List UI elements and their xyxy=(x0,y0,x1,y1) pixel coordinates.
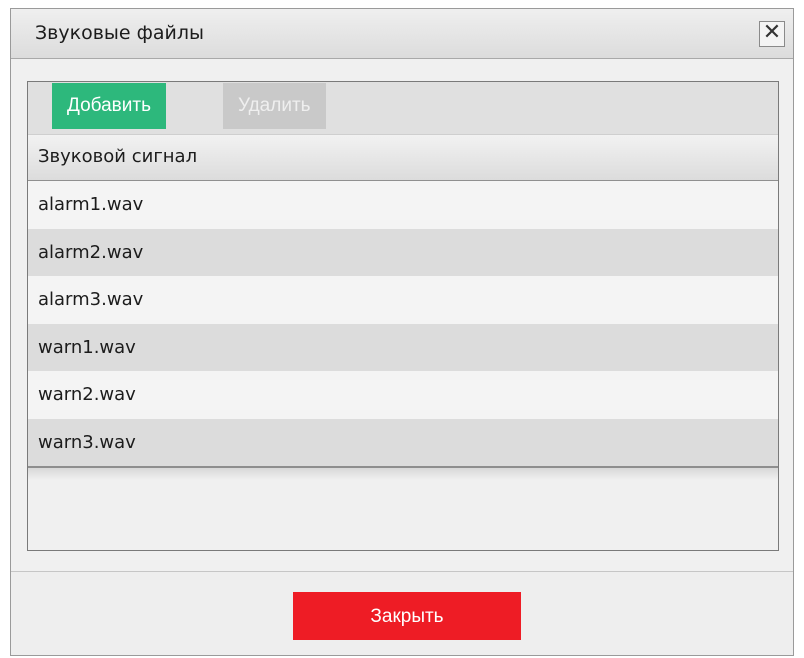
sound-files-dialog: Звуковые файлы ✕ Добавить Удалить Звуков… xyxy=(10,8,794,656)
table-row[interactable]: warn2.wav xyxy=(28,371,778,419)
sound-list: alarm1.wav alarm2.wav alarm3.wav warn1.w… xyxy=(28,181,778,468)
add-button[interactable]: Добавить xyxy=(52,83,166,129)
toolbar: Добавить Удалить xyxy=(28,82,778,134)
table-row[interactable]: warn1.wav xyxy=(28,323,778,371)
table-row[interactable]: warn3.wav xyxy=(28,418,778,466)
dialog-titlebar: Звуковые файлы ✕ xyxy=(11,9,793,59)
dialog-title: Звуковые файлы xyxy=(35,22,205,44)
close-button[interactable]: Закрыть xyxy=(293,592,521,640)
sound-list-panel: Добавить Удалить Звуковой сигнал alarm1.… xyxy=(27,81,779,551)
table-row[interactable]: alarm1.wav xyxy=(28,181,778,229)
table-row[interactable]: alarm3.wav xyxy=(28,276,778,324)
list-empty-area xyxy=(28,468,778,480)
dialog-footer: Закрыть xyxy=(11,571,793,655)
column-header-sound-signal[interactable]: Звуковой сигнал xyxy=(28,134,778,181)
close-icon[interactable]: ✕ xyxy=(759,21,785,47)
table-row[interactable]: alarm2.wav xyxy=(28,228,778,276)
delete-button[interactable]: Удалить xyxy=(223,83,326,129)
